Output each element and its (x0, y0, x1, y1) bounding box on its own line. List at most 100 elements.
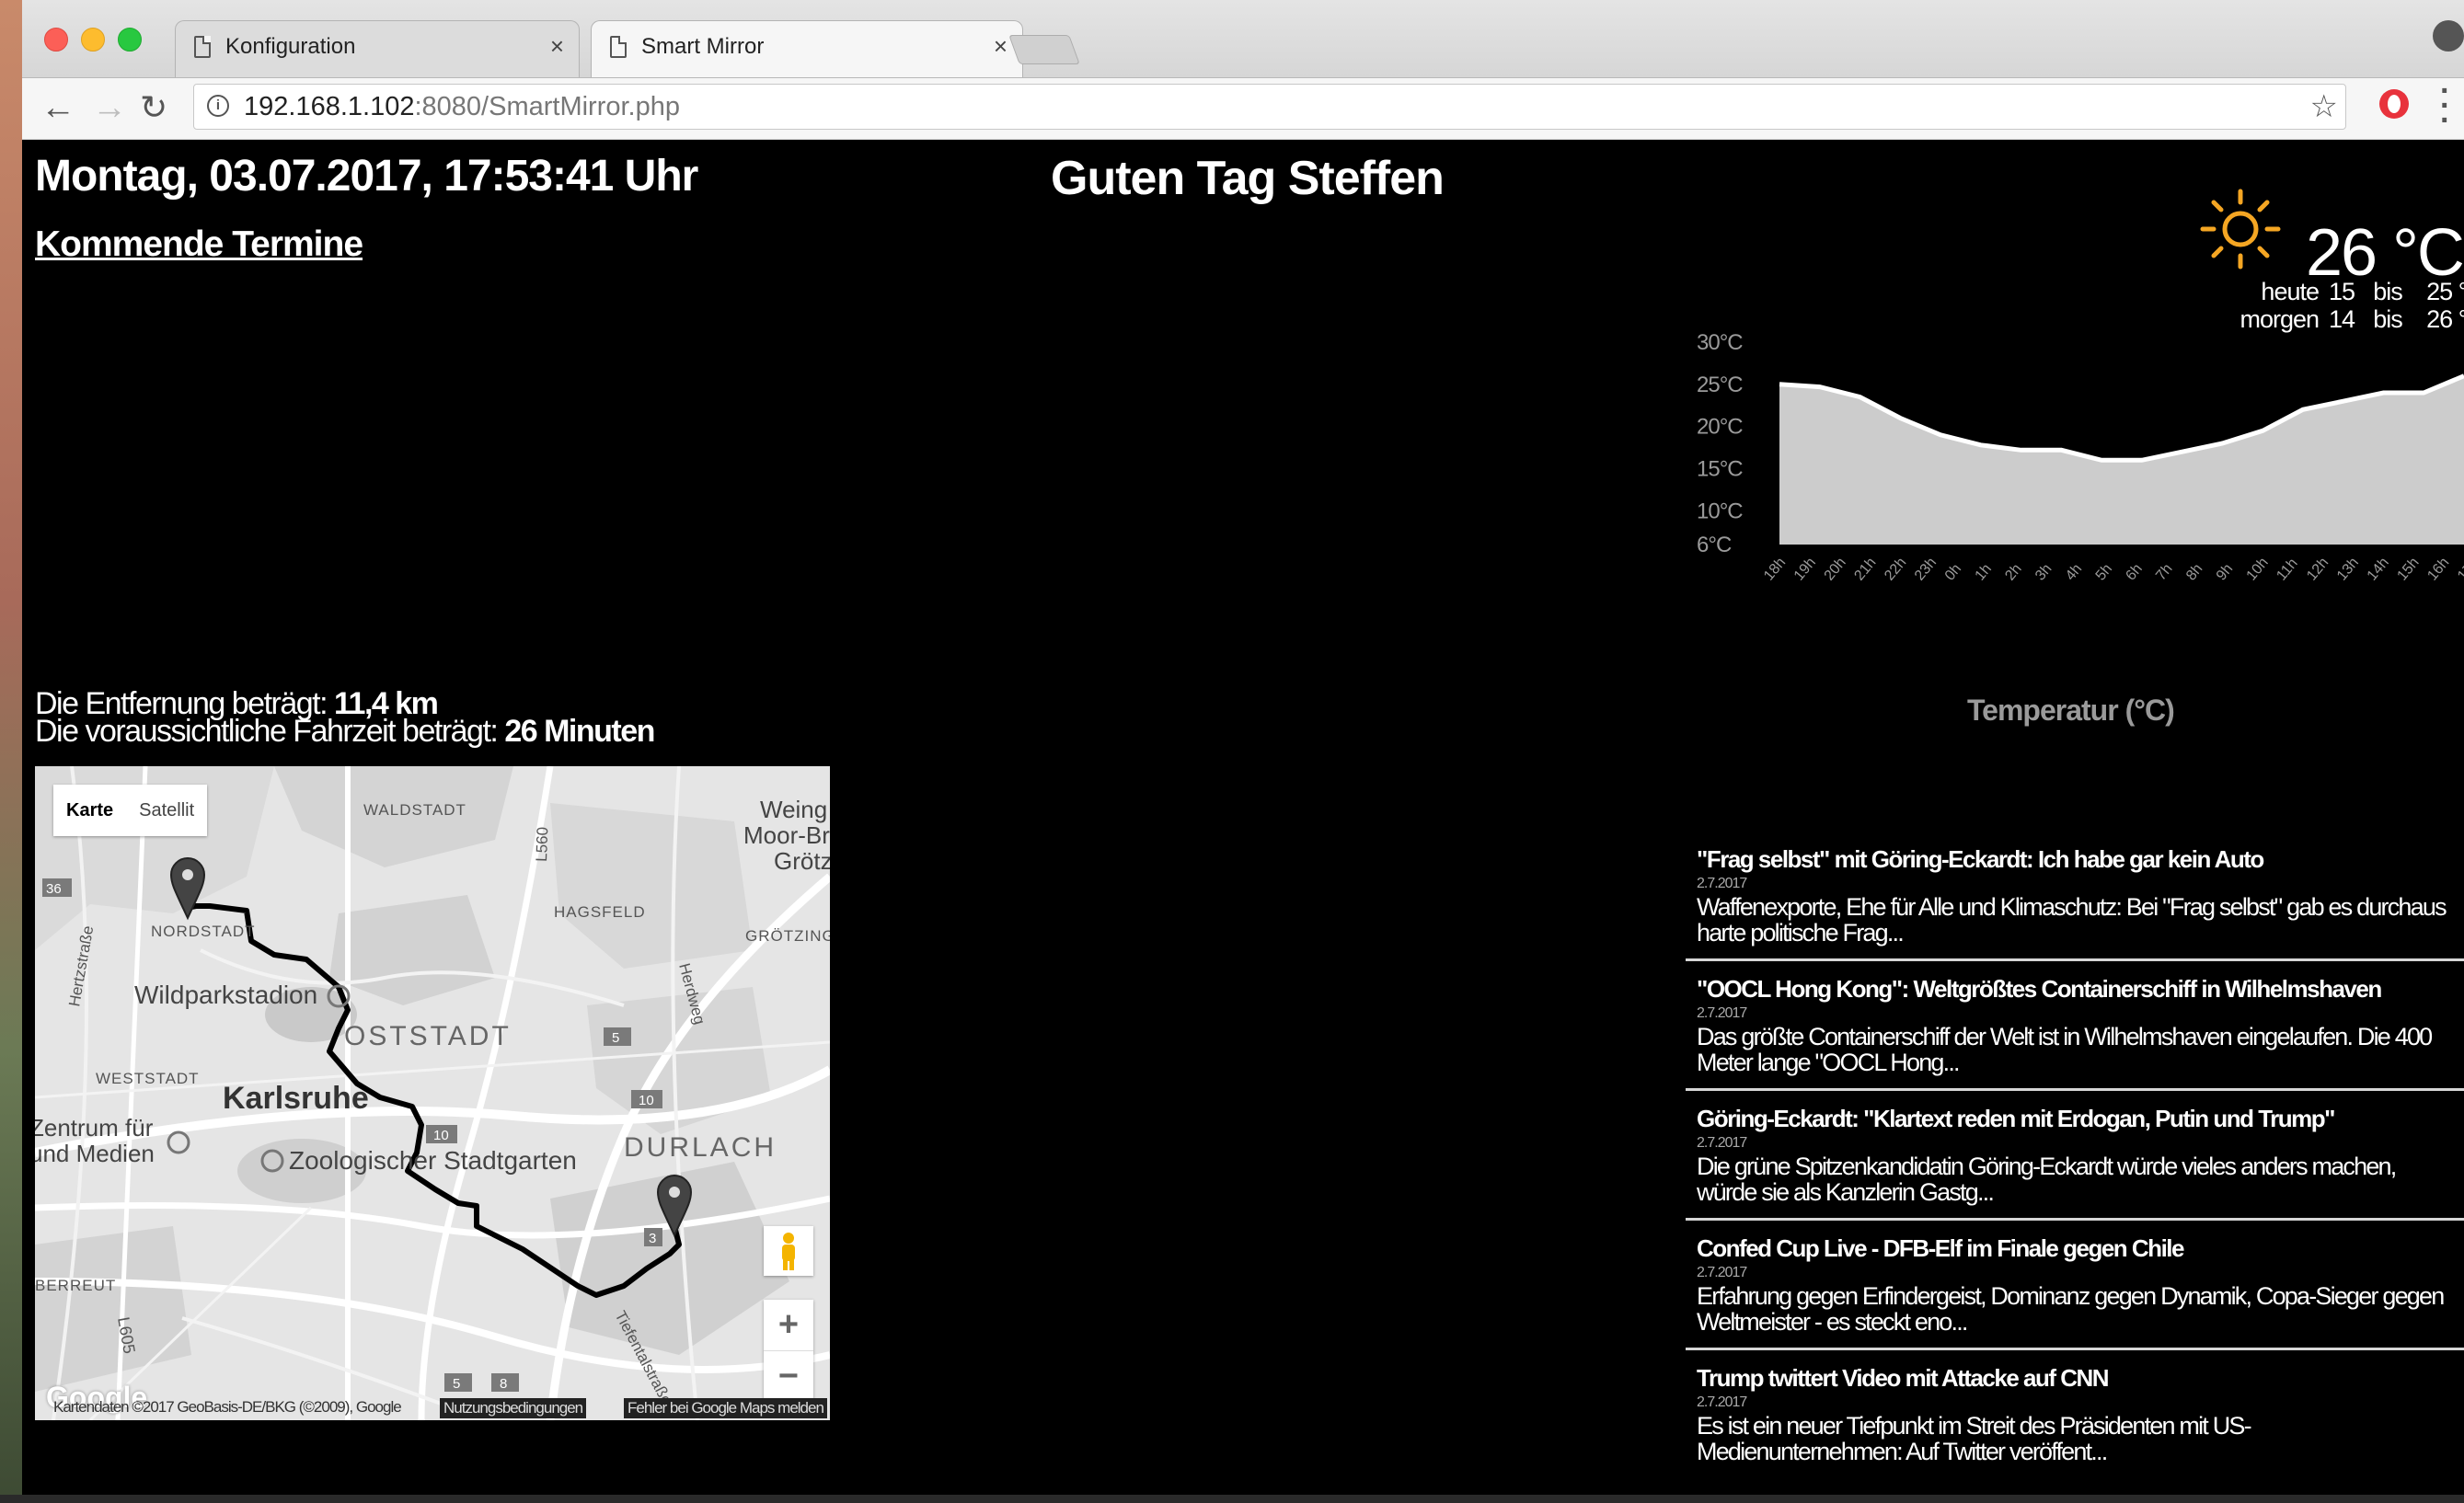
x-tick-label: 12h (2304, 555, 2332, 583)
current-temperature: 26 °C (2306, 216, 2464, 290)
greeting: Guten Tag Steffen (1051, 152, 1445, 205)
tab-title: Smart Mirror (641, 34, 765, 59)
x-tick-label: 9h (2214, 561, 2236, 584)
map-label: HAGSFELD (554, 903, 646, 921)
map-label: Grötz (774, 847, 830, 875)
document-icon (194, 36, 211, 58)
x-tick-label: 0h (1942, 561, 1964, 584)
map-type-satellit[interactable]: Satellit (126, 785, 207, 836)
news-date: 2.7.2017 (1697, 876, 1747, 891)
map-label: Wildparkstadion (134, 981, 317, 1009)
maximize-window-button[interactable] (118, 28, 142, 52)
map-label: Zentrum für (35, 1114, 154, 1142)
info-icon[interactable]: i (207, 95, 229, 117)
map-type-karte[interactable]: Karte (53, 785, 126, 836)
map-canvas[interactable]: WALDSTADT Weing Moor-Br Grötz HAGSFELD G… (35, 766, 830, 1420)
news-item[interactable]: Göring-Eckardt: "Klartext reden mit Erdo… (1686, 1098, 2464, 1221)
y-tick-label: 20°C (1697, 415, 1743, 440)
x-tick-label: 18h (1761, 555, 1789, 583)
x-tick-label: 21h (1851, 555, 1879, 583)
y-tick-label: 15°C (1697, 457, 1743, 482)
news-title[interactable]: "Frag selbst" mit Göring-Eckardt: Ich ha… (1697, 839, 2453, 874)
terms-link[interactable]: Nutzungsbedingungen (440, 1398, 587, 1418)
tab-title: Konfiguration (225, 34, 356, 59)
tab-strip: Konfiguration × Smart Mirror × (22, 0, 2464, 78)
x-tick-label: 3h (2032, 561, 2055, 584)
news-date: 2.7.2017 (1697, 1394, 1747, 1410)
road-shield: 10 (639, 1093, 654, 1108)
x-tick-label: 14h (2365, 555, 2392, 583)
road-shield: 10 (433, 1128, 449, 1143)
x-tick-label: 1h (1973, 561, 1995, 584)
back-arrow-icon[interactable]: ← (40, 86, 75, 130)
y-tick-label: 25°C (1697, 373, 1743, 397)
route-info: Die Entfernung beträgt: 11,4 km Die vora… (35, 688, 655, 749)
y-tick-label: 6°C (1697, 533, 1732, 557)
map-label: Moor-Br (743, 821, 830, 849)
news-date: 2.7.2017 (1697, 1135, 1747, 1151)
close-tab-icon[interactable]: × (994, 32, 1007, 61)
minimize-window-button[interactable] (81, 28, 105, 52)
reload-icon[interactable]: ↻ (140, 86, 167, 130)
x-tick-label: 22h (1882, 555, 1909, 583)
map-label: Zoologischer Stadtgarten (289, 1146, 577, 1175)
report-error-link[interactable]: Fehler bei Google Maps melden (624, 1398, 827, 1418)
news-date: 2.7.2017 (1697, 1265, 1747, 1280)
road-shield: 5 (612, 1030, 619, 1046)
document-icon (610, 36, 627, 58)
news-title[interactable]: Trump twittert Video mit Attacke auf CNN (1697, 1358, 2453, 1393)
map-label: WALDSTADT (363, 801, 466, 819)
opera-extension-icon[interactable] (2379, 89, 2409, 119)
duration-line: Die voraussichtliche Fahrzeit beträgt: 2… (35, 714, 655, 749)
map-label: WESTSTADT (96, 1070, 200, 1087)
route-map[interactable]: WALDSTADT Weing Moor-Br Grötz HAGSFELD G… (35, 766, 830, 1420)
browser-window: Konfiguration × Smart Mirror × ← → ↻ i 1… (22, 0, 2464, 1495)
new-tab-button[interactable] (1008, 35, 1080, 64)
bookmark-star-icon[interactable]: ☆ (2310, 88, 2338, 125)
news-title[interactable]: "OOCL Hong Kong": Weltgrößtes Containers… (1697, 969, 2453, 1004)
x-tick-label: 2h (2002, 561, 2024, 584)
news-item[interactable]: "Frag selbst" mit Göring-Eckardt: Ich ha… (1686, 839, 2464, 961)
x-tick-label: 4h (2063, 561, 2085, 584)
map-attribution: Google Kartendaten ©2017 GeoBasis-DE/BKG… (35, 1381, 830, 1420)
news-title[interactable]: Confed Cup Live - DFB-Elf im Finale gege… (1697, 1228, 2453, 1263)
chart-title: Temperatur (°C) (1967, 694, 2175, 727)
map-label: OSTSTADT (344, 1021, 512, 1051)
map-type-control: Karte Satellit (53, 785, 208, 836)
address-bar[interactable]: i 192.168.1.102:8080/SmartMirror.php ☆ (193, 84, 2346, 130)
news-body: Erfahrung gegen Erfindergeist, Dominanz … (1697, 1282, 2445, 1336)
news-item[interactable]: Trump twittert Video mit Attacke auf CNN… (1686, 1358, 2464, 1480)
x-tick-label: 6h (2123, 561, 2145, 584)
x-tick-label: 8h (2183, 561, 2205, 584)
news-item[interactable]: Confed Cup Live - DFB-Elf im Finale gege… (1686, 1228, 2464, 1350)
close-tab-icon[interactable]: × (550, 32, 564, 61)
pegman-icon[interactable] (764, 1226, 813, 1276)
news-item[interactable]: "OOCL Hong Kong": Weltgrößtes Containers… (1686, 969, 2464, 1091)
x-tick-label: 11h (2274, 556, 2300, 583)
map-label: Karlsruhe (223, 1081, 369, 1116)
forward-arrow-icon[interactable]: → (92, 86, 127, 130)
map-label: BERREUT (35, 1277, 116, 1294)
x-tick-label: 7h (2153, 561, 2175, 584)
zoom-out-button[interactable]: − (764, 1351, 813, 1402)
news-body: Es ist ein neuer Tiefpunkt im Streit des… (1697, 1412, 2252, 1465)
map-label: und Medien (35, 1140, 155, 1167)
map-label: Weing (760, 796, 827, 823)
x-tick-label: 23h (1912, 555, 1940, 583)
map-data-credits: Kartendaten ©2017 GeoBasis-DE/BKG (©2009… (53, 1398, 402, 1416)
x-tick-label: 16h (2424, 555, 2452, 583)
menu-dots-icon[interactable]: · · · (2440, 75, 2450, 136)
tab-smart-mirror[interactable]: Smart Mirror × (591, 20, 1023, 77)
close-window-button[interactable] (44, 28, 68, 52)
news-date: 2.7.2017 (1697, 1005, 1747, 1021)
url-text[interactable]: 192.168.1.102:8080/SmartMirror.php (244, 92, 680, 122)
news-body: Die grüne Spitzenkandidatin Göring-Eckar… (1697, 1153, 2397, 1206)
tab-konfiguration[interactable]: Konfiguration × (175, 20, 580, 77)
news-title[interactable]: Göring-Eckardt: "Klartext reden mit Erdo… (1697, 1098, 2453, 1133)
map-label: L560 (533, 827, 551, 862)
map-label: NORDSTADT (151, 923, 256, 940)
profile-icon[interactable] (2433, 20, 2464, 52)
browser-toolbar: ← → ↻ i 192.168.1.102:8080/SmartMirror.p… (22, 75, 2464, 140)
zoom-in-button[interactable]: + (764, 1300, 813, 1351)
temperature-chart: 30°C 25°C 20°C 15°C 10°C 6°C 18h 19h 20h 21h 22h 23… (1697, 330, 2464, 584)
